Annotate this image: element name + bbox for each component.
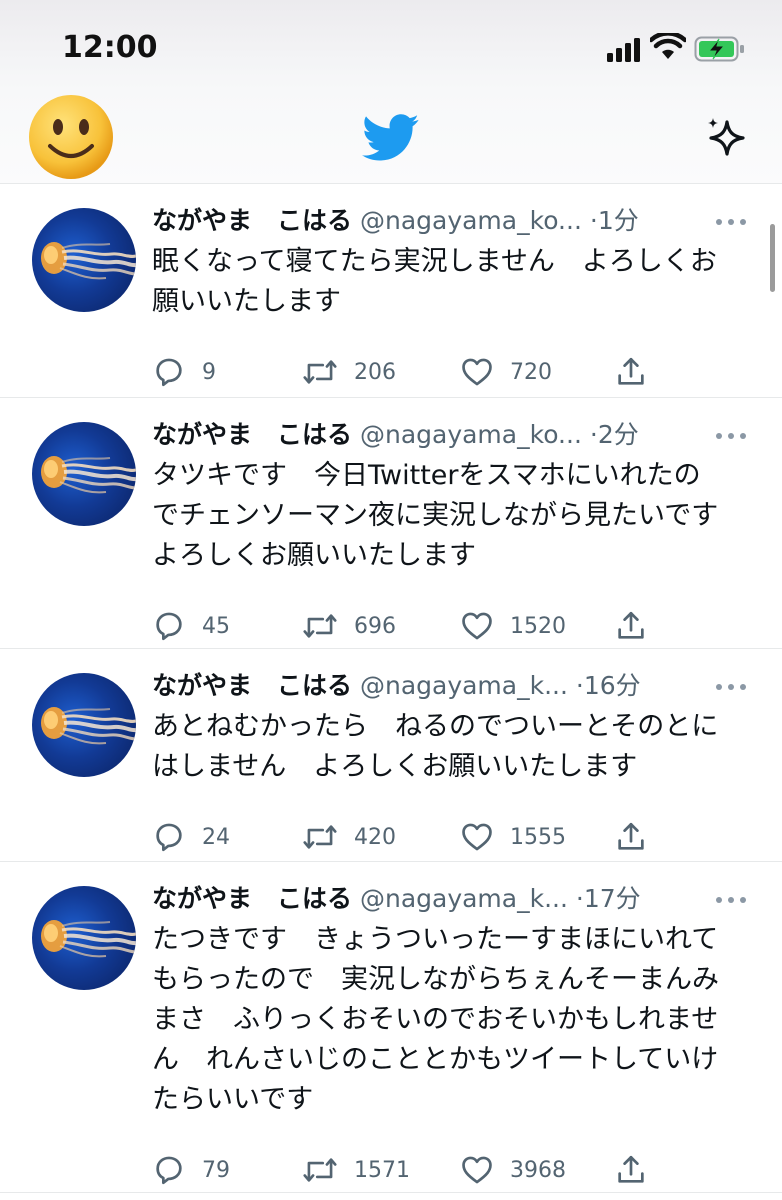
retweet-count: 1571 [354, 1157, 410, 1183]
top-navigation-bar [0, 90, 782, 184]
like-count: 1555 [510, 824, 566, 850]
share-icon [618, 1155, 644, 1183]
more-options-icon[interactable] [716, 216, 748, 228]
wifi-icon [650, 33, 686, 59]
status-bar: 12:00 [0, 0, 782, 90]
like-count: 1520 [510, 613, 566, 639]
reply-icon [156, 612, 182, 641]
display-name[interactable]: ながやま こはる [152, 671, 352, 700]
separator-dot: · [575, 671, 584, 700]
reply-button[interactable]: 45 [152, 608, 230, 644]
timestamp[interactable]: 2分 [598, 420, 639, 449]
separator-dot: · [589, 420, 598, 449]
user-handle[interactable]: @nagayama_ko... [360, 420, 582, 449]
profile-avatar-icon[interactable] [28, 94, 114, 180]
retweet-button[interactable]: 1571 [302, 1152, 410, 1188]
tweet-actions: 45 696 1520 [152, 608, 672, 644]
share-button[interactable] [614, 819, 648, 855]
tweet-actions: 24 420 1555 [152, 819, 672, 855]
reply-count: 9 [202, 359, 216, 385]
share-icon [618, 611, 644, 639]
battery-charging-icon [694, 36, 744, 62]
tweet[interactable]: ながやま こはる @nagayama_ko... ·1分 眠くなって寝てたら実況… [0, 184, 782, 398]
tweet[interactable]: ながやま こはる @nagayama_k... ·17分 たつきです きょうつい… [0, 862, 782, 1193]
heart-icon [462, 1156, 492, 1184]
jellyfish-avatar-image [41, 707, 136, 745]
retweet-icon [303, 360, 337, 384]
avatar[interactable] [32, 208, 136, 312]
user-handle[interactable]: @nagayama_ko... [360, 206, 582, 235]
share-icon [618, 822, 644, 850]
user-handle[interactable]: @nagayama_k... [360, 671, 568, 700]
tweet[interactable]: ながやま こはる @nagayama_ko... ·2分 タツキです 今日Twi… [0, 398, 782, 649]
reply-button[interactable]: 24 [152, 819, 230, 855]
tweet-header: ながやま こはる @nagayama_k... ·16分 [152, 669, 641, 703]
reply-icon [156, 823, 182, 852]
reply-icon [156, 358, 182, 387]
separator-dot: · [589, 206, 598, 235]
tweet-header: ながやま こはる @nagayama_ko... ·1分 [152, 204, 639, 238]
timestamp[interactable]: 1分 [598, 206, 639, 235]
share-icon [618, 357, 644, 385]
tweet-header: ながやま こはる @nagayama_k... ·17分 [152, 882, 641, 916]
jellyfish-avatar-image [41, 456, 136, 494]
reply-button[interactable]: 9 [152, 354, 216, 390]
avatar[interactable] [32, 886, 136, 990]
retweet-icon [303, 614, 337, 638]
heart-icon [462, 612, 492, 640]
more-options-icon[interactable] [716, 894, 748, 906]
timestamp[interactable]: 17分 [584, 884, 641, 913]
retweet-button[interactable]: 420 [302, 819, 396, 855]
avatar[interactable] [32, 422, 136, 526]
reply-count: 24 [202, 824, 230, 850]
like-count: 3968 [510, 1157, 566, 1183]
retweet-icon [303, 825, 337, 849]
clock: 12:00 [62, 30, 158, 65]
tweet-header: ながやま こはる @nagayama_ko... ·2分 [152, 418, 639, 452]
more-options-icon[interactable] [716, 681, 748, 693]
heart-icon [462, 358, 492, 386]
retweet-count: 420 [354, 824, 396, 850]
reply-button[interactable]: 79 [152, 1152, 230, 1188]
tweet-actions: 9 206 720 [152, 354, 672, 390]
tweet-text: あとねむかったら ねるのでついーとそのとに はしません よろしくお願いいたします [152, 711, 719, 782]
share-button[interactable] [614, 354, 648, 390]
tweet-text: タツキです 今日Twitterをスマホにいれたの でチェンソーマン夜に実況しなが… [152, 460, 719, 571]
reply-count: 45 [202, 613, 230, 639]
like-button[interactable]: 3968 [460, 1152, 566, 1188]
retweet-button[interactable]: 696 [302, 608, 396, 644]
timestamp[interactable]: 16分 [584, 671, 641, 700]
retweet-button[interactable]: 206 [302, 354, 396, 390]
retweet-icon [303, 1158, 337, 1182]
tweet[interactable]: ながやま こはる @nagayama_k... ·16分 あとねむかったら ねる… [0, 649, 782, 862]
reply-icon [156, 1156, 182, 1185]
tweet-text: たつきです きょうついったーすまほにいれて もらったので 実況しながらちぇんそー… [152, 924, 719, 1115]
display-name[interactable]: ながやま こはる [152, 884, 352, 913]
like-button[interactable]: 720 [460, 354, 552, 390]
avatar[interactable] [32, 673, 136, 777]
retweet-count: 696 [354, 613, 396, 639]
user-handle[interactable]: @nagayama_k... [360, 884, 568, 913]
more-options-icon[interactable] [716, 430, 748, 442]
display-name[interactable]: ながやま こはる [152, 420, 352, 449]
like-button[interactable]: 1555 [460, 819, 566, 855]
reply-count: 79 [202, 1157, 230, 1183]
cellular-signal-icon [607, 36, 641, 62]
tweet-actions: 79 1571 3968 [152, 1152, 672, 1188]
share-button[interactable] [614, 1152, 648, 1188]
separator-dot: · [575, 884, 584, 913]
tweet-text: 眠くなって寝てたら実況しません よろしくお 願いいたします [152, 246, 717, 317]
retweet-count: 206 [354, 359, 396, 385]
like-button[interactable]: 1520 [460, 608, 566, 644]
jellyfish-avatar-image [41, 242, 136, 280]
like-count: 720 [510, 359, 552, 385]
sparkle-icon[interactable] [703, 114, 751, 162]
share-button[interactable] [614, 608, 648, 644]
twitter-bird-icon[interactable] [362, 114, 420, 162]
heart-icon [462, 823, 492, 851]
jellyfish-avatar-image [41, 920, 136, 958]
display-name[interactable]: ながやま こはる [152, 206, 352, 235]
